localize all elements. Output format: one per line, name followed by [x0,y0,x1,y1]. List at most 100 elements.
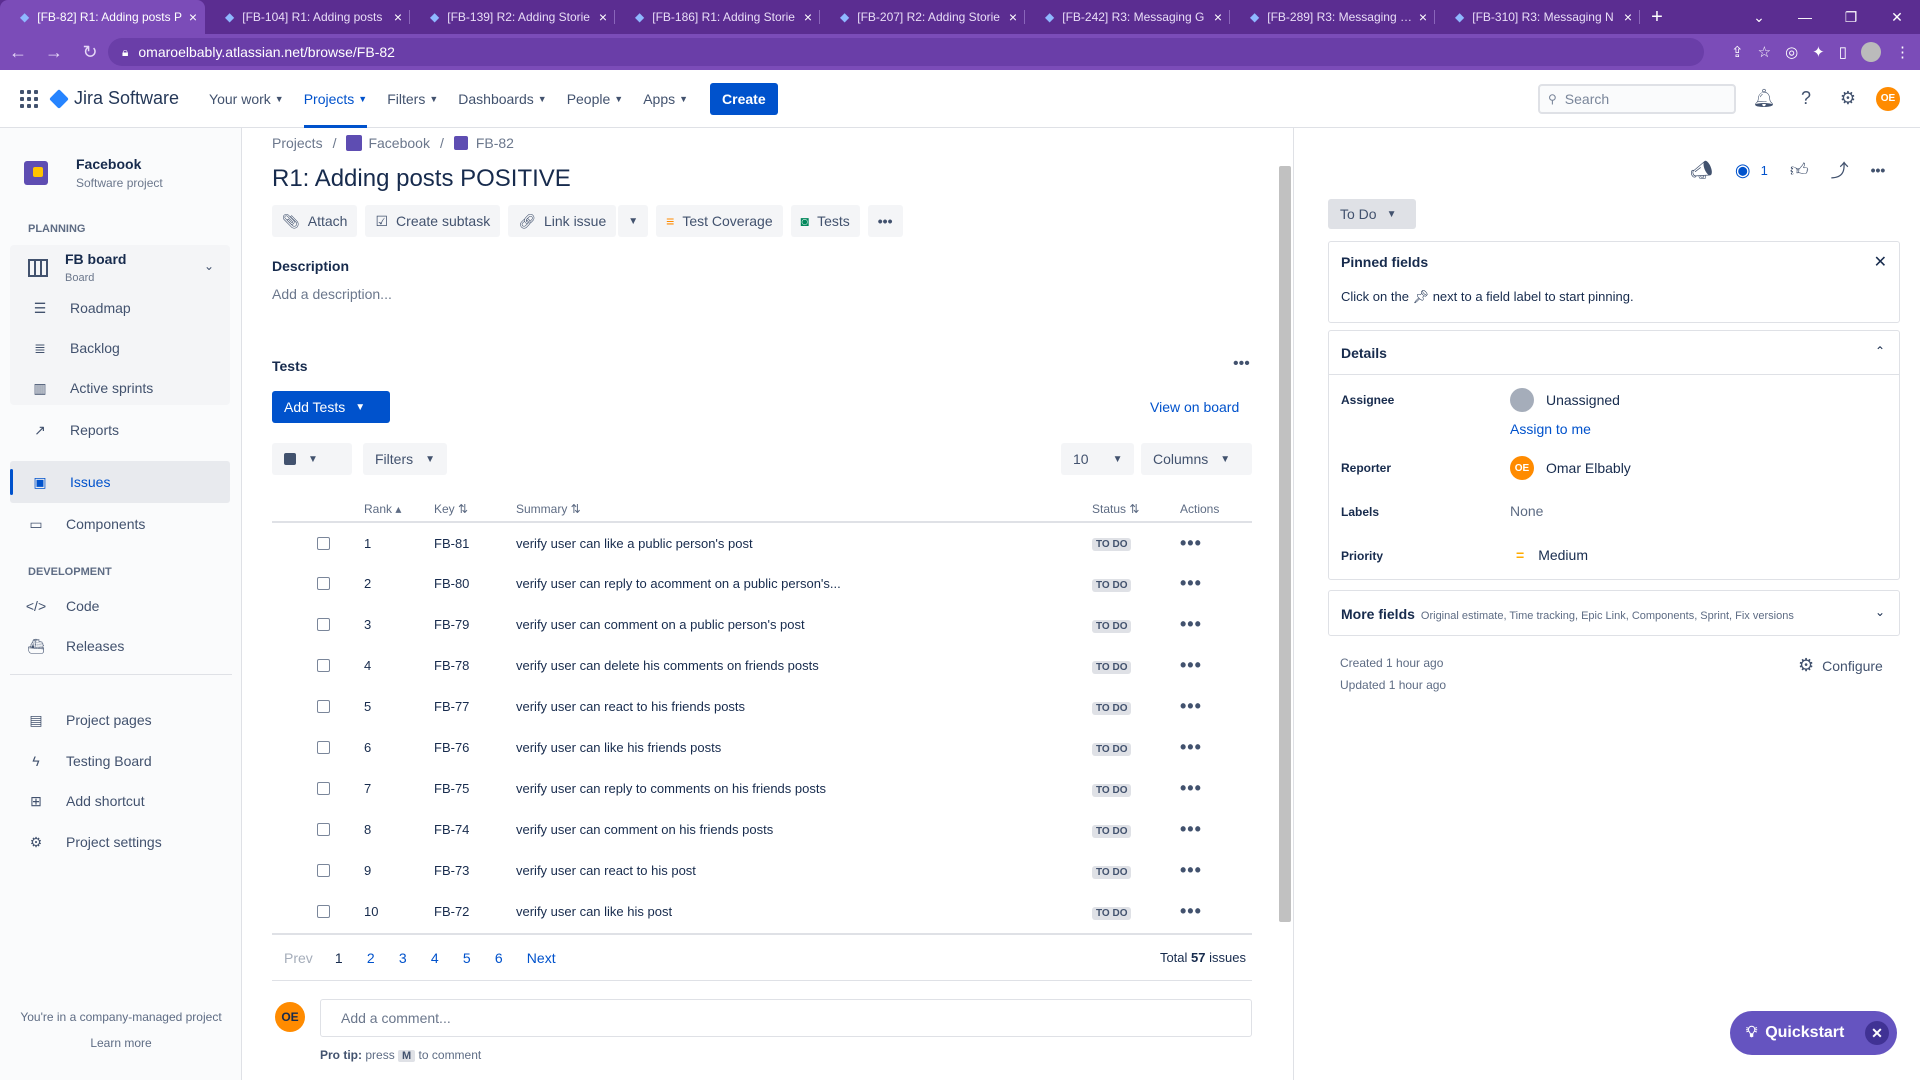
sidebar-item-components[interactable]: ▭ Components [26,508,145,540]
issue-key-link[interactable]: FB-72 [434,891,516,932]
close-icon[interactable]: × [1214,9,1222,25]
extension-icon[interactable]: ◎ [1785,43,1798,61]
row-checkbox[interactable] [317,823,330,836]
create-subtask-button[interactable]: ☑ Create subtask [365,205,501,237]
sidebar-item-issues[interactable]: ▣ Issues [10,461,230,503]
jira-logo[interactable]: Jira Software [49,88,179,109]
share-icon[interactable]: ⇪ [1731,43,1744,61]
reporter-field[interactable]: OE Omar Elbably [1510,456,1631,480]
status-transition-button[interactable]: To Do ▼ [1328,199,1416,229]
tests-button[interactable]: ◙ Tests [790,205,860,237]
row-checkbox[interactable] [317,659,330,672]
notifications-icon[interactable]: 🔔︎ [1750,85,1778,113]
table-row[interactable]: 5 FB-77 verify user can react to his frien… [272,686,1252,727]
nav-projects[interactable]: Projects ▼ [294,70,378,128]
bookmark-star-icon[interactable]: ☆ [1758,43,1771,61]
comment-input[interactable]: Add a comment... [320,999,1252,1037]
page-button-current[interactable]: 1 [323,950,355,966]
quickstart-button[interactable]: 💡︎ Quickstart ✕ [1730,1011,1897,1055]
page-button[interactable]: 6 [483,950,515,966]
page-size-select[interactable]: 10 ▼ [1061,443,1135,475]
lock-icon[interactable]: 🔒︎ [122,45,128,60]
issue-key-link[interactable]: FB-75 [434,768,516,809]
browser-tab[interactable]: ◆ [FB-242] R3: Messaging G × [1025,0,1230,34]
close-icon[interactable]: × [1419,9,1427,25]
chevron-down-icon[interactable]: ⌄ [204,259,214,273]
row-checkbox[interactable] [317,618,330,631]
url-input[interactable]: 🔒︎ omaroelbably.atlassian.net/browse/FB-… [108,38,1704,66]
issue-key-link[interactable]: FB-74 [434,809,516,850]
breadcrumb-project[interactable]: Facebook [368,135,429,151]
table-row[interactable]: 9 FB-73 verify user can react to his post T… [272,850,1252,891]
row-actions-icon[interactable]: ••• [1180,737,1202,757]
browser-tab[interactable]: ◆ [FB-207] R2: Adding Storie × [820,0,1025,34]
more-fields-card[interactable]: More fields Original estimate, Time trac… [1328,590,1900,636]
table-row[interactable]: 1 FB-81 verify user can like a public pers… [272,522,1252,563]
row-checkbox[interactable] [317,577,330,590]
priority-field[interactable]: = Medium [1510,547,1588,563]
sidebar-item-reports[interactable]: ↗ Reports [30,414,119,446]
configure-button[interactable]: ⚙ Configure [1798,655,1883,676]
column-header-rank[interactable]: Rank ▴ [364,496,434,523]
close-icon[interactable]: × [599,9,607,25]
close-icon[interactable]: × [804,9,812,25]
row-checkbox[interactable] [317,864,330,877]
restore-button[interactable]: ❐ [1828,9,1874,26]
sidebar-item-project-pages[interactable]: ▤ Project pages [26,704,151,736]
link-issue-dropdown[interactable]: ▼ [618,205,649,237]
page-button[interactable]: 3 [387,950,419,966]
feedback-megaphone-icon[interactable]: 📣︎ [1690,160,1713,181]
close-icon[interactable]: ✕ [1865,1021,1889,1045]
tests-more-icon[interactable]: ••• [1233,355,1250,373]
row-checkbox[interactable] [317,700,330,713]
row-actions-icon[interactable]: ••• [1180,860,1202,880]
nav-filters[interactable]: Filters ▼ [377,70,448,128]
table-row[interactable]: 6 FB-76 verify user can like his friends p… [272,727,1252,768]
issue-key-link[interactable]: FB-81 [434,522,516,563]
scrollbar-thumb[interactable] [1279,166,1291,922]
table-row[interactable]: 10 FB-72 verify user can like his post TO D… [272,891,1252,932]
row-checkbox[interactable] [317,536,330,550]
browser-tab[interactable]: ◆ [FB-82] R1: Adding posts P × [0,0,205,34]
issue-key-link[interactable]: FB-73 [434,850,516,891]
summary-cell[interactable]: verify user can like his friends posts [516,727,1092,768]
sidebar-item-active-sprints[interactable]: ▥ Active sprints [30,372,153,404]
close-icon[interactable]: × [1624,9,1632,25]
next-page-button[interactable]: Next [527,950,556,966]
share-icon[interactable]: ⤴ [1831,157,1849,183]
close-icon[interactable]: ✕ [1874,252,1887,272]
new-tab-button[interactable]: + [1640,0,1674,34]
row-actions-icon[interactable]: ••• [1180,778,1202,798]
issue-key-link[interactable]: FB-76 [434,727,516,768]
page-button[interactable]: 5 [451,950,483,966]
column-header-status[interactable]: Status ⇅ [1092,496,1180,523]
menu-icon[interactable]: ⋮ [1895,43,1910,61]
watchers-button[interactable]: ◉ 1 [1735,160,1768,181]
summary-cell[interactable]: verify user can like his post [516,891,1092,932]
sidepanel-icon[interactable]: ▯ [1839,43,1847,61]
add-tests-button[interactable]: Add Tests ▼ [272,391,390,423]
row-checkbox[interactable] [317,905,330,918]
forward-icon[interactable]: → [36,42,72,63]
test-coverage-button[interactable]: ≡ Test Coverage [656,205,783,237]
row-actions-icon[interactable]: ••• [1180,655,1202,675]
table-row[interactable]: 8 FB-74 verify user can comment on his fri… [272,809,1252,850]
summary-cell[interactable]: verify user can comment on a public pers… [516,604,1092,645]
filters-dropdown[interactable]: Filters ▼ [363,443,448,475]
details-header[interactable]: Details ⌃ [1329,331,1899,375]
browser-tab[interactable]: ◆ [FB-289] R3: Messaging Po × [1230,0,1435,34]
issue-key-link[interactable]: FB-78 [434,645,516,686]
thumbs-up-icon[interactable]: 👍︎ [1790,159,1809,181]
row-actions-icon[interactable]: ••• [1180,614,1202,634]
breadcrumb-issue-key[interactable]: FB-82 [476,135,514,151]
browser-tab[interactable]: ◆ [FB-186] R1: Adding Storie × [615,0,820,34]
close-icon[interactable]: × [394,9,402,25]
breadcrumb-projects[interactable]: Projects [272,135,323,151]
labels-field[interactable]: None [1510,503,1543,519]
learn-more-link[interactable]: Learn more [0,1036,242,1050]
minimize-button[interactable]: — [1782,9,1828,25]
table-row[interactable]: 7 FB-75 verify user can reply to comments … [272,768,1252,809]
close-window-button[interactable]: ✕ [1874,9,1920,26]
row-actions-icon[interactable]: ••• [1180,901,1202,921]
sidebar-item-testing-board[interactable]: ϟ Testing Board [26,745,151,777]
